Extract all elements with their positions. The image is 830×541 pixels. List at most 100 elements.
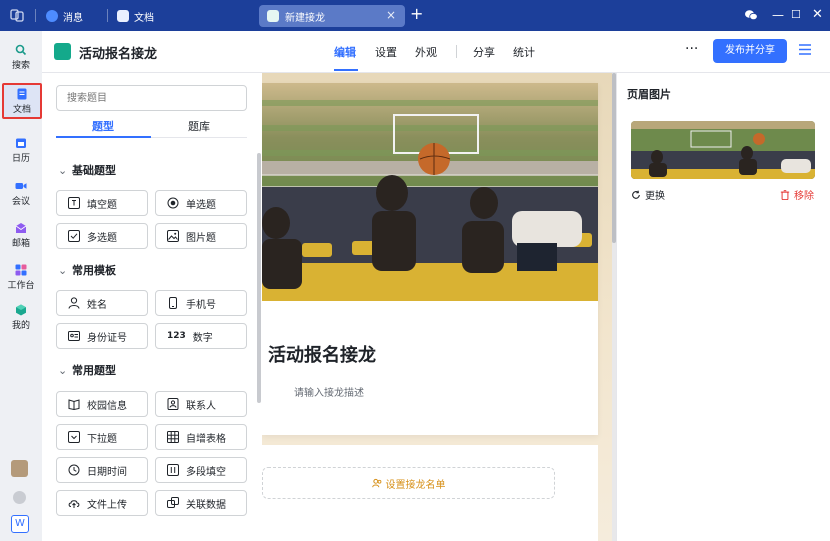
publish-share-button[interactable]: 发布并分享 bbox=[713, 39, 787, 63]
tab-separator bbox=[107, 9, 108, 22]
trash-icon bbox=[780, 189, 790, 200]
users-icon bbox=[371, 478, 381, 488]
profile-cube-icon bbox=[16, 304, 26, 315]
add-multi-blank-button[interactable]: 多段填空 bbox=[155, 457, 247, 483]
contact-card-icon bbox=[167, 398, 179, 410]
form-header-card: 活动报名接龙 请输入接龙描述 bbox=[262, 83, 598, 435]
number-123-icon: 123 bbox=[167, 331, 186, 341]
tab-question-bank[interactable]: 题库 bbox=[188, 118, 210, 134]
minimize-icon[interactable]: — bbox=[772, 8, 784, 22]
search-icon bbox=[15, 44, 27, 55]
multi-blank-icon bbox=[167, 464, 179, 476]
document-icon bbox=[17, 88, 27, 99]
page-title[interactable]: 活动报名接龙 bbox=[79, 43, 157, 62]
nav-workbench[interactable]: 工作台 bbox=[0, 259, 42, 295]
tab-new-relay[interactable]: 新建接龙 × bbox=[259, 5, 405, 27]
add-campus-info-button[interactable]: 校园信息 bbox=[56, 391, 148, 417]
question-type-label: 填空题 bbox=[87, 199, 117, 211]
nav-mail[interactable]: 邮箱 bbox=[0, 217, 42, 253]
relay-form-icon bbox=[54, 43, 71, 60]
add-image-question-button[interactable]: 图片题 bbox=[155, 223, 247, 249]
add-id-card-field-button[interactable]: 身份证号 bbox=[56, 323, 148, 349]
chevron-down-icon: ⌄ bbox=[58, 264, 68, 277]
maximize-icon[interactable]: ☐ bbox=[791, 8, 801, 22]
add-datetime-button[interactable]: 日期时间 bbox=[56, 457, 148, 483]
radio-icon bbox=[167, 197, 179, 209]
section-basic-types[interactable]: ⌄ 基础题型 bbox=[58, 162, 116, 178]
tab-question-types[interactable]: 题型 bbox=[92, 118, 114, 134]
chevron-down-icon: ⌄ bbox=[58, 364, 68, 377]
add-auto-table-button[interactable]: 自增表格 bbox=[155, 424, 247, 450]
add-dropdown-button[interactable]: 下拉题 bbox=[56, 424, 148, 450]
nav-calendar[interactable]: 日历 bbox=[0, 132, 42, 168]
add-contact-button[interactable]: 联系人 bbox=[155, 391, 247, 417]
tab-appearance[interactable]: 外观 bbox=[415, 44, 437, 60]
add-file-upload-button[interactable]: 文件上传 bbox=[56, 490, 148, 516]
replace-label: 更换 bbox=[645, 191, 665, 202]
add-multi-choice-button[interactable]: 多选题 bbox=[56, 223, 148, 249]
remove-image-button[interactable]: 移除 bbox=[780, 187, 814, 202]
header-image[interactable] bbox=[262, 83, 598, 301]
tab-share[interactable]: 分享 bbox=[473, 44, 495, 60]
workspace-w-button[interactable]: W bbox=[11, 515, 29, 533]
app-logo-icon[interactable] bbox=[10, 8, 24, 22]
text-input-icon bbox=[68, 197, 80, 209]
panel-title: 页眉图片 bbox=[627, 88, 671, 101]
add-name-field-button[interactable]: 姓名 bbox=[56, 290, 148, 316]
tab-messages[interactable]: 消息 bbox=[46, 7, 83, 25]
nav-docs[interactable]: 文档 bbox=[2, 83, 42, 119]
section-title: 常用题型 bbox=[72, 364, 116, 377]
close-tab-icon[interactable]: × bbox=[386, 9, 396, 21]
nav-label: 会议 bbox=[11, 196, 30, 207]
tab-settings[interactable]: 设置 bbox=[375, 44, 397, 60]
doc-header: 活动报名接龙 编辑 设置 外观 分享 统计 ··· 发布并分享 bbox=[42, 31, 830, 73]
header-image-thumbnail[interactable] bbox=[631, 121, 815, 179]
question-type-label: 姓名 bbox=[87, 299, 107, 311]
tab-edit[interactable]: 编辑 bbox=[334, 44, 356, 60]
wechat-icon[interactable] bbox=[744, 8, 758, 22]
question-type-label: 日期时间 bbox=[87, 466, 127, 478]
section-common-templates[interactable]: ⌄ 常用模板 bbox=[58, 262, 116, 278]
user-avatar[interactable] bbox=[11, 460, 28, 477]
question-type-label: 下拉题 bbox=[87, 433, 117, 445]
nav-profile[interactable]: 我的 bbox=[0, 299, 42, 335]
panel-scrollbar[interactable] bbox=[257, 153, 261, 403]
tab-statistics[interactable]: 统计 bbox=[513, 44, 535, 60]
question-type-label: 关联数据 bbox=[186, 499, 226, 511]
form-body-card: 设置接龙名单 bbox=[262, 445, 598, 541]
tab-label: 文档 bbox=[134, 12, 154, 24]
hamburger-menu-icon[interactable] bbox=[799, 44, 811, 55]
tab-docs[interactable]: 文档 bbox=[117, 7, 154, 25]
question-type-label: 图片题 bbox=[186, 232, 216, 244]
add-fill-blank-button[interactable]: 填空题 bbox=[56, 190, 148, 216]
nav-search[interactable]: 搜索 bbox=[0, 39, 42, 75]
question-type-label: 校园信息 bbox=[87, 400, 127, 412]
mobile-phone-icon bbox=[169, 297, 177, 309]
add-number-field-button[interactable]: 123 数字 bbox=[155, 323, 247, 349]
close-window-icon[interactable]: ✕ bbox=[812, 8, 823, 22]
table-icon bbox=[167, 431, 179, 443]
book-icon bbox=[68, 399, 80, 410]
question-type-label: 多段填空 bbox=[186, 466, 226, 478]
image-icon bbox=[167, 230, 179, 242]
set-name-list-button[interactable]: 设置接龙名单 bbox=[262, 467, 555, 499]
left-navigation: 搜索 文档 日历 会议 邮箱 工作台 我的 W bbox=[0, 31, 42, 541]
more-options-icon[interactable]: ··· bbox=[685, 41, 698, 57]
question-type-panel: 题型 题库 ⌄ 基础题型 填空题 单选题 多选题 图片题 ⌄ 常用模板 姓名 手机号… bbox=[42, 73, 262, 541]
nav-meeting[interactable]: 会议 bbox=[0, 175, 42, 211]
add-phone-field-button[interactable]: 手机号 bbox=[155, 290, 247, 316]
nav-label: 文档 bbox=[12, 104, 31, 115]
question-type-label: 身份证号 bbox=[87, 332, 127, 344]
secondary-avatar[interactable] bbox=[13, 491, 26, 504]
add-linked-data-button[interactable]: 关联数据 bbox=[155, 490, 247, 516]
form-description[interactable]: 请输入接龙描述 bbox=[294, 384, 364, 399]
tab-separator bbox=[35, 9, 36, 22]
form-title[interactable]: 活动报名接龙 bbox=[268, 341, 376, 367]
new-tab-plus-icon[interactable]: + bbox=[410, 4, 423, 23]
add-single-choice-button[interactable]: 单选题 bbox=[155, 190, 247, 216]
tab-divider bbox=[456, 45, 457, 58]
question-search-input[interactable] bbox=[56, 85, 247, 111]
nav-label: 工作台 bbox=[7, 280, 35, 291]
section-common-questions[interactable]: ⌄ 常用题型 bbox=[58, 362, 116, 378]
replace-image-button[interactable]: 更换 bbox=[631, 187, 665, 202]
